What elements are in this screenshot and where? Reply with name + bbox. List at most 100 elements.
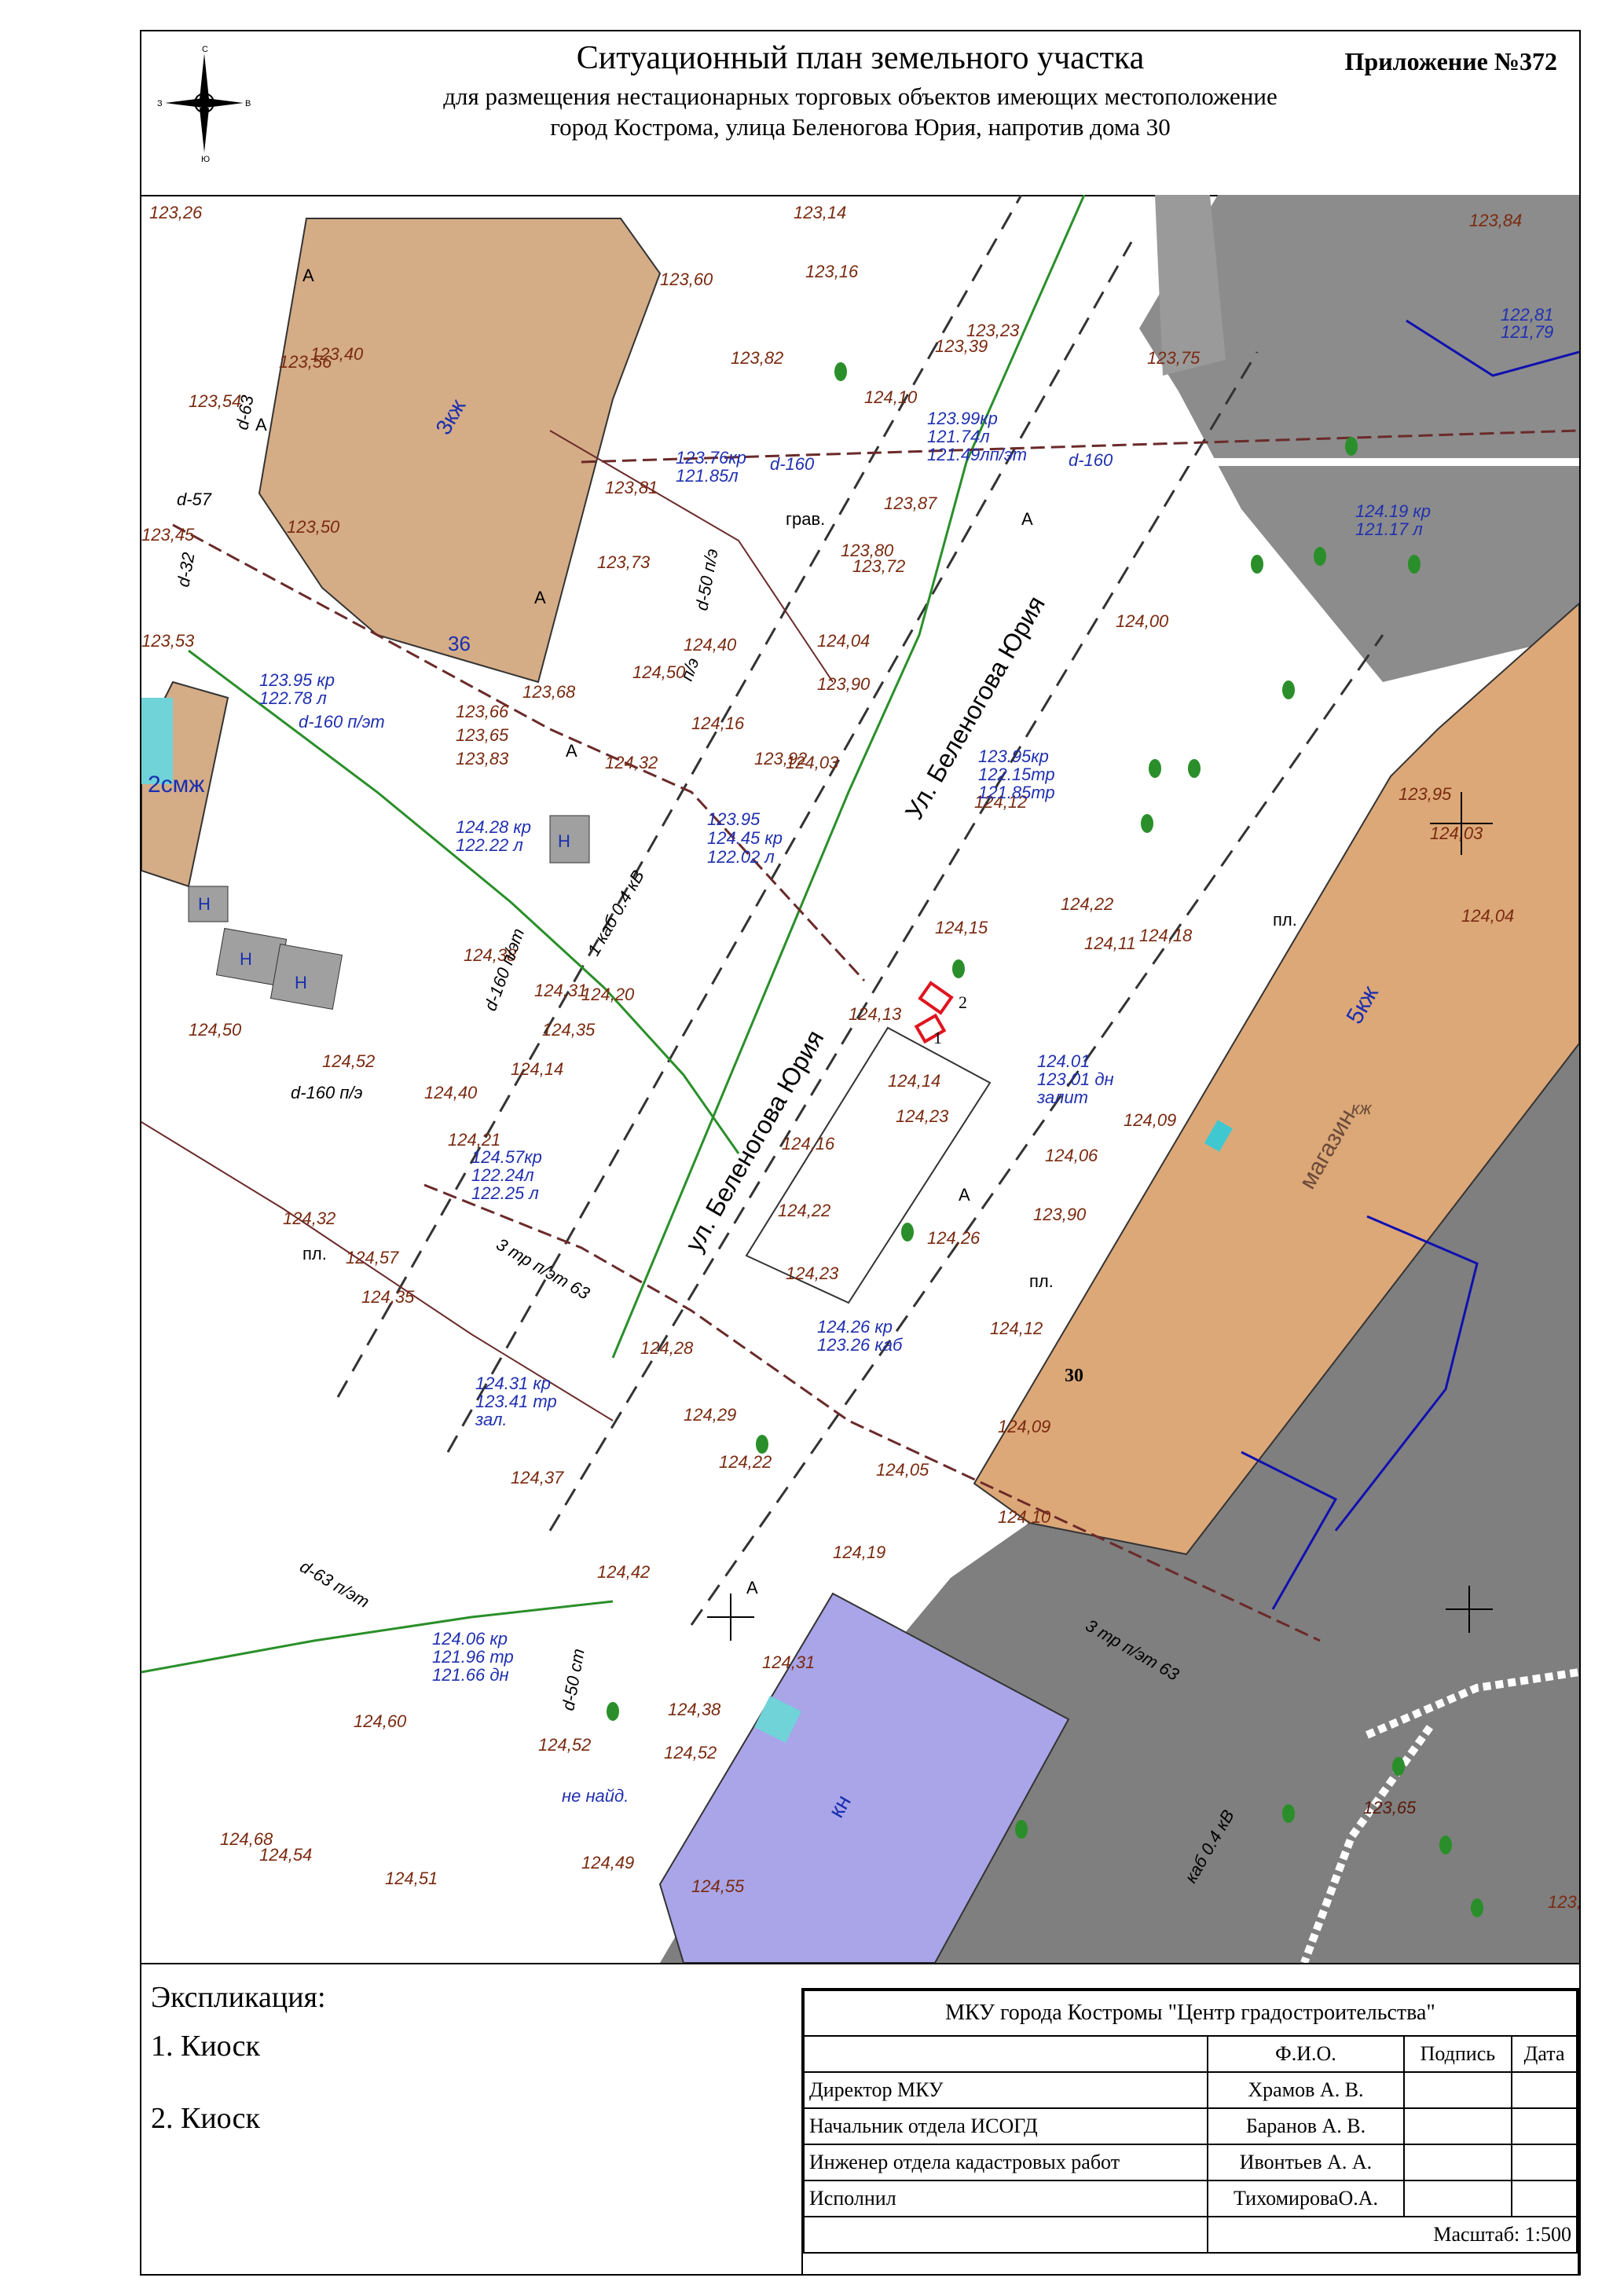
utility-note: 123.41 тр <box>475 1392 557 1411</box>
elevation: 123,73 <box>597 552 651 572</box>
elevation: 124,03 <box>786 753 839 772</box>
header-signature: Подпись <box>1402 2035 1513 2073</box>
legend-item-kiosk-2: 2. Киоск <box>151 2102 260 2135</box>
area-label: пл. <box>302 1244 327 1264</box>
area-label: А <box>746 1578 758 1597</box>
elevation: 124,32 <box>605 753 658 772</box>
elevation: 123,75 <box>1147 348 1201 368</box>
elevation: 124,05 <box>876 1460 929 1480</box>
header: С Ю З В Ситуационный план земельного уча… <box>141 31 1579 196</box>
elevation: 123,68 <box>522 682 576 702</box>
utility-note: залит <box>1036 1087 1088 1107</box>
label-n1: Н <box>558 831 570 851</box>
label-n2: Н <box>198 894 211 914</box>
area-label: А <box>302 266 314 285</box>
utility-note: 121.49лп/эт <box>927 445 1027 464</box>
organization-name: МКУ города Костромы "Центр градостроител… <box>803 1990 1578 2037</box>
utility-note: d-160 п/э <box>291 1083 363 1102</box>
utility-note: 122.15тр <box>978 765 1055 784</box>
elevation: 123,14 <box>794 203 846 222</box>
utility-note: кж <box>1351 1098 1372 1118</box>
kiosk-2-outline[interactable] <box>918 981 954 1015</box>
utility-note: 124.01 <box>1037 1051 1090 1071</box>
role-executor: Исполнил <box>802 2180 1209 2217</box>
area-label: А <box>959 1185 970 1205</box>
name-engineer: Ивонтьев А. А. <box>1207 2144 1405 2181</box>
elevation: 124,22 <box>778 1201 830 1220</box>
elevation: 123,26 <box>149 203 203 222</box>
utility-note: 121.96 тр <box>432 1647 514 1667</box>
utility-note: 123.26 каб <box>817 1335 904 1355</box>
elevation: 124,38 <box>668 1700 721 1719</box>
elevation: 123,90 <box>1033 1205 1087 1224</box>
elevation: 123,65 <box>456 725 509 745</box>
utility-note: 121.66 дн <box>432 1665 509 1685</box>
label-n4: Н <box>295 973 307 992</box>
utility-note: d-50 ст <box>558 1647 588 1712</box>
crosshair-2 <box>707 1594 754 1641</box>
signature-cell <box>1402 2107 1513 2145</box>
elevation: 124,22 <box>1061 894 1113 914</box>
utility-note: 3 тр п/эт 63 <box>493 1234 594 1304</box>
compass-s: Ю <box>201 155 210 162</box>
elevation: 123,30 <box>1548 1892 1579 1912</box>
utility-note: 124.26 кр <box>817 1317 893 1337</box>
elevation: 124,52 <box>538 1735 591 1755</box>
utility-note: 124.28 кр <box>456 817 531 837</box>
map-area[interactable]: 2 1 3кж 5кж 2смж кн Н Н Н Н 36 30 магази… <box>141 195 1579 1964</box>
building-3kzh[interactable] <box>258 218 662 684</box>
kiosk-2-number: 2 <box>959 992 967 1012</box>
label-n3: Н <box>240 949 252 969</box>
elevation: 124,10 <box>998 1507 1051 1527</box>
elevation: 124,14 <box>888 1071 940 1091</box>
utility-note: d-50 п/э <box>691 547 721 611</box>
utility-note: d-63 п/эт <box>297 1557 373 1612</box>
utility-note: 123.01 дн <box>1037 1069 1114 1089</box>
utility-note: 123.99кр <box>927 409 998 428</box>
elevation: 123,54 <box>189 391 241 411</box>
utility-note: 121.17 л <box>1355 519 1423 539</box>
utility-note: зал. <box>475 1410 508 1429</box>
utility-note: не найд. <box>562 1786 629 1806</box>
elevation: 123,16 <box>805 262 859 281</box>
label-2smzh: 2смж <box>148 772 204 798</box>
map-canvas[interactable]: 2 1 3кж 5кж 2смж кн Н Н Н Н 36 30 магази… <box>141 195 1579 1963</box>
utility-note: 123.95 кр <box>259 670 335 690</box>
elevation: 124,55 <box>691 1876 745 1896</box>
elevation: 124,13 <box>849 1004 902 1024</box>
area-label: А <box>566 741 577 761</box>
house-number-36: 36 <box>448 632 471 655</box>
elevation: 124,37 <box>511 1468 564 1487</box>
elevation: 124,19 <box>833 1542 885 1562</box>
scale-value: 1:500 <box>1524 2223 1571 2246</box>
elevation: 124,09 <box>1124 1110 1176 1130</box>
scale-label: Масштаб: <box>1433 2223 1520 2246</box>
elevation: 124,51 <box>385 1869 438 1888</box>
elevation: 123,95 <box>1399 784 1452 804</box>
elevation: 123,72 <box>852 556 905 576</box>
plan-subtitle-2: город Кострома, улица Беленогова Юрия, н… <box>550 113 1171 141</box>
utility-note: 124.45 кр <box>707 828 783 848</box>
utility-line-green-3 <box>141 1600 614 1674</box>
elevation: 123,83 <box>456 749 509 768</box>
elevation: 124,52 <box>322 1051 375 1071</box>
elevation: 124,14 <box>511 1059 563 1079</box>
elevation: 124,26 <box>927 1228 981 1248</box>
header-date: Дата <box>1511 2035 1578 2073</box>
area-label: пл. <box>1029 1271 1054 1291</box>
elevation: 124,10 <box>864 387 918 407</box>
name-executor: ТихомироваО.А. <box>1207 2180 1405 2217</box>
elevation: 124,60 <box>354 1711 407 1731</box>
utility-note: 122.25 л <box>471 1183 539 1203</box>
plan-subtitle-1: для размещения нестационарных торговых о… <box>443 83 1278 110</box>
legend: Экспликация: 1. Киоск 2. Киоск <box>151 1980 326 2173</box>
name-director: Храмов А. В. <box>1207 2071 1405 2109</box>
date-cell <box>1511 2144 1578 2181</box>
elevation: 123,50 <box>287 517 340 537</box>
elevation: 124,04 <box>1461 906 1514 926</box>
area-label: А <box>1021 509 1033 529</box>
elevation: 124,23 <box>896 1106 949 1126</box>
title-block-table: МКУ города Костромы "Центр градостроител… <box>802 1990 1578 2254</box>
scale-cell: Масштаб: 1:500 <box>1207 2216 1578 2254</box>
elevation: 124,32 <box>283 1209 335 1228</box>
